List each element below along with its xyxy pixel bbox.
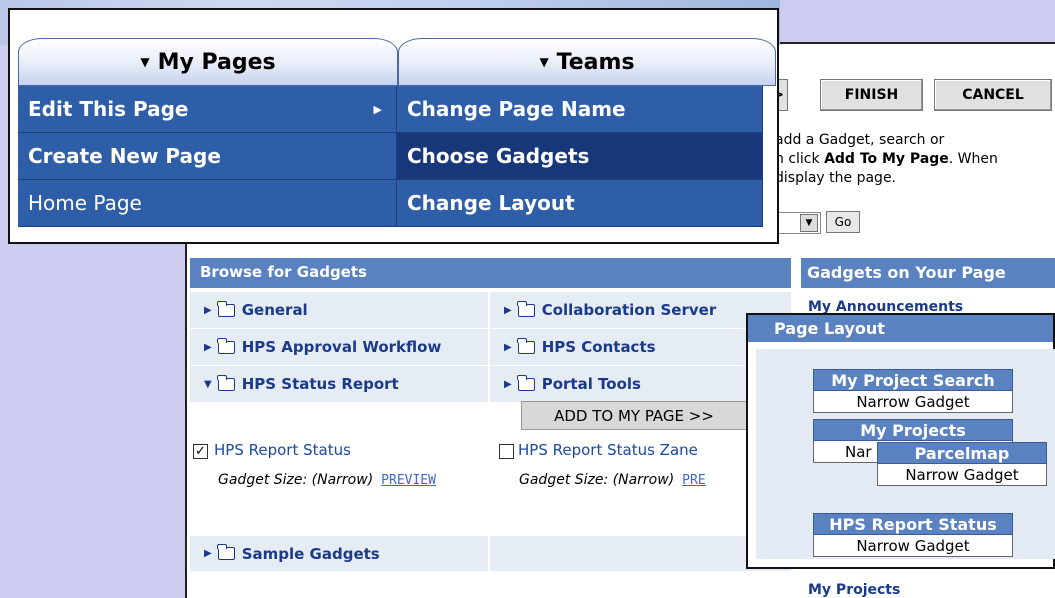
category-label: Collaboration Server <box>541 301 717 319</box>
instructions-add-to-my-page: Add To My Page <box>824 151 949 167</box>
menu-item-label: Choose Gadgets <box>407 144 590 168</box>
chevron-down-icon: ▼ <box>539 55 549 69</box>
layout-gadget-box[interactable]: My Project Search Narrow Gadget <box>813 369 1013 413</box>
tab-label: My Pages <box>157 49 276 75</box>
page-layout-popup: Page Layout My Project Search Narrow Gad… <box>746 313 1055 569</box>
folder-icon <box>517 300 535 317</box>
page-layout-header: Page Layout <box>748 315 1053 342</box>
category-row: ▶ HPS Approval Workflow ▶ HPS Contacts <box>190 329 791 366</box>
layout-gadget-title: Parcelmap <box>877 442 1047 464</box>
navigation-menu: ▼ My Pages ▼ Teams Edit This Page ▶ Create … <box>8 8 779 244</box>
folder-icon <box>517 337 535 354</box>
layout-gadget-title: HPS Report Status <box>813 513 1013 535</box>
add-to-my-page-button[interactable]: ADD TO MY PAGE >> <box>521 401 747 430</box>
tab-my-pages[interactable]: ▼ My Pages <box>18 38 398 86</box>
gadget-size-label: Gadget Size: (Narrow) <box>519 472 675 488</box>
menu-item-change-layout[interactable]: Change Layout <box>397 180 763 227</box>
menu-item-label: Edit This Page <box>28 97 189 121</box>
layout-gadget-size: Narrow Gadget <box>877 464 1047 486</box>
gadget-checkbox-hps-report-status[interactable]: ✓ <box>193 444 208 459</box>
category-row: ▼ HPS Status Report ▶ Portal Tools <box>190 366 791 403</box>
category-label: Portal Tools <box>541 375 641 393</box>
category-general[interactable]: ▶ General <box>190 292 490 328</box>
layout-gadget-size: Narrow Gadget <box>813 535 1013 557</box>
category-label: HPS Approval Workflow <box>241 338 442 356</box>
menu-item-label: Change Layout <box>407 191 575 215</box>
gadget-title[interactable]: HPS Report Status <box>214 441 351 459</box>
cancel-button[interactable]: CANCEL <box>934 79 1052 111</box>
my-pages-menu: Edit This Page ▶ Create New Page Home Pag… <box>18 86 397 227</box>
open-folder-icon <box>217 374 235 391</box>
menu-item-create-new-page[interactable]: Create New Page <box>18 133 397 180</box>
chevron-down-icon[interactable]: ▼ <box>800 214 818 232</box>
edit-page-submenu: Change Page Name Choose Gadgets Change L… <box>397 86 763 227</box>
gadget-title[interactable]: HPS Report Status Zane <box>518 441 698 459</box>
expand-arrow-icon: ▶ <box>504 341 512 353</box>
menu-item-change-page-name[interactable]: Change Page Name <box>397 86 763 133</box>
category-label: Sample Gadgets <box>241 544 380 563</box>
folder-icon <box>217 337 235 354</box>
instructions-text: add a Gadget, search or n click Add To M… <box>775 131 1055 188</box>
folder-icon <box>517 374 535 391</box>
gadget-size: Gadget Size: (Narrow) PREVIEW <box>218 472 436 488</box>
layout-gadget-title: My Project Search <box>813 369 1013 391</box>
menu-item-edit-this-page[interactable]: Edit This Page ▶ <box>18 86 397 133</box>
instructions-line-2c: . When <box>948 151 998 167</box>
preview-link[interactable]: PREVIEW <box>381 473 436 488</box>
layout-gadget-box-dragging[interactable]: Parcelmap Narrow Gadget <box>877 442 1047 486</box>
category-label: HPS Status Report <box>241 375 399 393</box>
menu-tabs: ▼ My Pages ▼ Teams <box>10 38 776 86</box>
category-sample-gadgets[interactable]: ▶ Sample Gadgets <box>190 536 490 571</box>
instructions-line-3: display the page. <box>775 170 897 186</box>
page-layout-body: My Project Search Narrow Gadget My Proje… <box>756 349 1055 559</box>
expand-arrow-icon: ▶ <box>204 304 212 316</box>
category-row: ▶ General ▶ Collaboration Server <box>190 292 791 329</box>
preview-link[interactable]: PRE <box>682 473 705 488</box>
folder-icon <box>217 300 235 317</box>
go-button[interactable]: Go <box>826 211 860 233</box>
tab-label: Teams <box>556 49 635 75</box>
expand-arrow-icon: ▶ <box>204 548 212 559</box>
my-projects-link[interactable]: My Projects <box>808 582 900 598</box>
gadget-size: Gadget Size: (Narrow) PRE <box>519 472 706 488</box>
category-row: ▶ Sample Gadgets <box>190 536 791 572</box>
menu-item-home-page[interactable]: Home Page <box>18 180 397 227</box>
category-hps-approval-workflow[interactable]: ▶ HPS Approval Workflow <box>190 329 490 365</box>
menu-item-label: Change Page Name <box>407 97 626 121</box>
layout-gadget-size: Narrow Gadget <box>813 391 1013 413</box>
tab-teams[interactable]: ▼ Teams <box>398 38 776 86</box>
folder-icon <box>217 544 235 560</box>
gadgets-on-page-header: Gadgets on Your Page <box>801 258 1055 288</box>
instructions-line-2: n click Add To My Page. When <box>775 150 1055 169</box>
gadget-size-label: Gadget Size: (Narrow) <box>218 472 374 488</box>
category-label: General <box>241 301 308 319</box>
finish-button[interactable]: FINISH <box>820 79 923 111</box>
collapse-arrow-icon: ▼ <box>204 378 212 390</box>
gadget-checkbox-hps-report-status-zane[interactable] <box>499 444 514 459</box>
chevron-right-icon: ▶ <box>373 102 382 116</box>
menu-item-label: Home Page <box>28 191 142 215</box>
layout-gadget-title: My Projects <box>813 419 1013 441</box>
menu-item-choose-gadgets[interactable]: Choose Gadgets <box>397 133 763 180</box>
browse-header: Browse for Gadgets <box>190 258 791 288</box>
layout-gadget-box[interactable]: HPS Report Status Narrow Gadget <box>813 513 1013 557</box>
instructions-line-2a: n click <box>775 151 825 167</box>
category-grid: ▶ General ▶ Collaboration Server ▶ HPS Appr… <box>190 292 791 403</box>
category-label: HPS Contacts <box>541 338 656 356</box>
instructions-line-1: add a Gadget, search or <box>775 132 945 148</box>
menu-item-label: Create New Page <box>28 144 221 168</box>
category-hps-status-report[interactable]: ▼ HPS Status Report <box>190 366 490 402</box>
expand-arrow-icon: ▶ <box>504 378 512 390</box>
chevron-down-icon: ▼ <box>140 55 150 69</box>
expand-arrow-icon: ▶ <box>504 304 512 316</box>
expand-arrow-icon: ▶ <box>204 341 212 353</box>
